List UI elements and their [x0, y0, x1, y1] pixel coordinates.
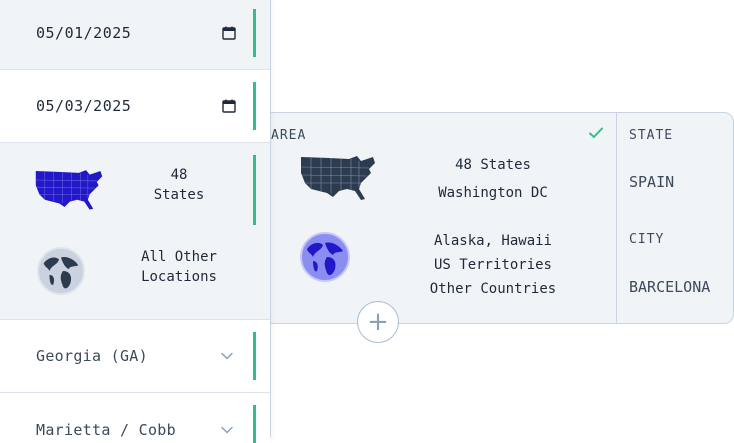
- selected-accent-bar: [253, 155, 256, 225]
- location-option-48-states[interactable]: 48 States: [0, 161, 250, 231]
- location-type-selector: 48 States All Other Locations: [0, 143, 270, 320]
- area-option-other-globe[interactable]: [299, 231, 351, 283]
- check-icon: [589, 127, 603, 138]
- area-option-line: Alaska, Hawaii: [433, 233, 552, 249]
- end-date-field[interactable]: 05/03/2025: [0, 70, 270, 143]
- area-option-48-states-map[interactable]: [299, 153, 377, 201]
- filter-panel: 05/01/2025 05/03/2025 48 States All Othe…: [0, 0, 271, 443]
- area-option-line: Washington DC: [438, 185, 548, 201]
- calendar-icon[interactable]: [222, 99, 236, 113]
- add-button[interactable]: +: [357, 301, 399, 343]
- area-option-line: Other Countries: [429, 281, 557, 297]
- location-option-line: States: [153, 187, 205, 203]
- chevron-down-icon[interactable]: [220, 425, 234, 435]
- plus-icon: +: [367, 307, 389, 337]
- location-option-line: Locations: [141, 269, 217, 285]
- globe-icon: [36, 246, 86, 296]
- area-column-label: AREA: [271, 128, 307, 143]
- selected-accent-bar: [253, 405, 256, 443]
- chevron-down-icon[interactable]: [220, 351, 234, 361]
- city-column-label: CITY: [629, 232, 665, 247]
- county-select[interactable]: Marietta / Cobb: [0, 393, 270, 443]
- state-select[interactable]: Georgia (GA): [0, 320, 270, 393]
- end-date-value: 05/03/2025: [36, 97, 132, 115]
- area-option-line: 48 States: [455, 157, 531, 173]
- calendar-icon[interactable]: [222, 26, 236, 40]
- usa-map-icon: [300, 156, 375, 200]
- start-date-value: 05/01/2025: [36, 24, 132, 42]
- globe-icon: [300, 232, 350, 282]
- selected-accent-bar: [253, 9, 256, 57]
- area-option-48-states[interactable]: 48 States Washington DC: [413, 151, 573, 207]
- selected-accent-bar: [253, 82, 256, 130]
- location-option-other[interactable]: All Other Locations: [0, 243, 250, 303]
- county-select-value: Marietta / Cobb: [36, 421, 176, 439]
- selected-accent-bar: [253, 332, 256, 380]
- city-value[interactable]: BARCELONA: [629, 278, 710, 296]
- state-column-label: STATE: [629, 128, 674, 143]
- location-option-label: All Other Locations: [130, 247, 228, 287]
- location-option-line: 48: [170, 167, 188, 183]
- state-value[interactable]: SPAIN: [629, 173, 674, 191]
- usa-map-icon: [35, 170, 103, 210]
- column-divider: [616, 113, 617, 323]
- state-select-value: Georgia (GA): [36, 347, 148, 365]
- start-date-field[interactable]: 05/01/2025: [0, 0, 270, 70]
- location-option-label: 48 States: [130, 165, 228, 205]
- area-option-line: US Territories: [433, 257, 552, 273]
- location-option-line: All Other: [141, 249, 217, 265]
- area-option-other[interactable]: Alaska, Hawaii US Territories Other Coun…: [413, 229, 573, 301]
- area-card: AREA 48 States Washington DC Alaska, Haw…: [232, 112, 734, 324]
